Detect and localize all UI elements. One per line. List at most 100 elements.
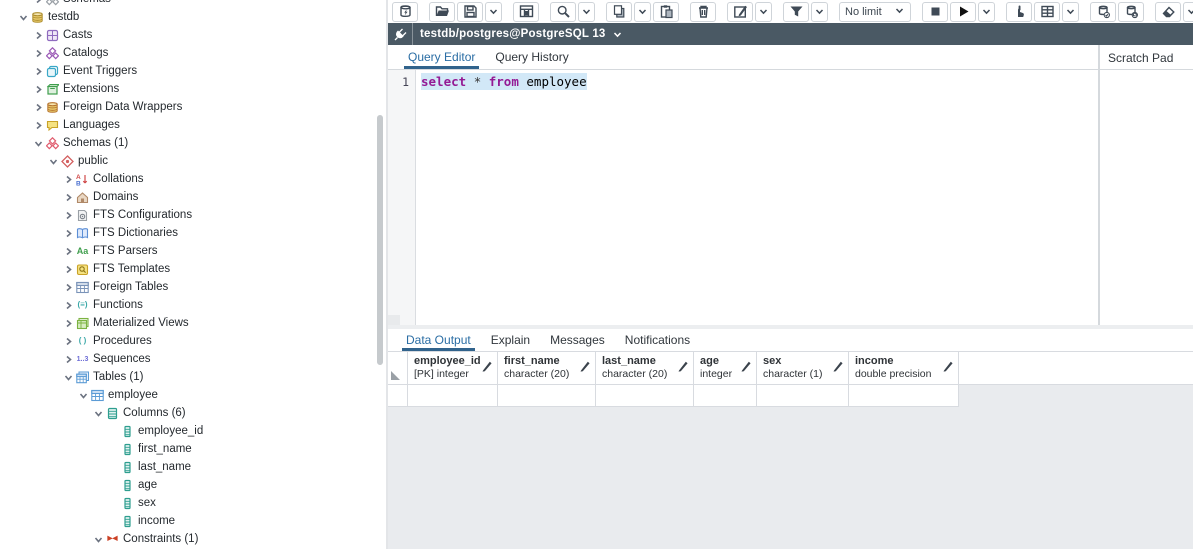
chevron-right-icon[interactable] — [61, 226, 75, 240]
scratch-pad-area[interactable] — [1100, 70, 1193, 325]
view-data-caret[interactable] — [1062, 1, 1079, 22]
column-header-first_name[interactable]: first_name character (20) — [498, 352, 596, 384]
tree-item-casts[interactable]: Casts — [0, 26, 386, 44]
edit-button[interactable] — [727, 1, 753, 22]
chevron-down-icon[interactable] — [91, 406, 105, 420]
tree-item-employee[interactable]: employee — [0, 386, 386, 404]
tree-item-languages[interactable]: Languages — [0, 116, 386, 134]
tree-item-constraints-1[interactable]: ▶◀ Constraints (1) — [0, 530, 386, 548]
tree-item-foreign-tables[interactable]: Foreign Tables — [0, 278, 386, 296]
clear-button[interactable] — [1155, 1, 1181, 22]
tree-item-employee-id[interactable]: employee_id — [0, 422, 386, 440]
chevron-right-icon[interactable] — [31, 0, 45, 6]
chevron-right-icon[interactable] — [31, 118, 45, 132]
tree-item-fts-dictionaries[interactable]: FTS Dictionaries — [0, 224, 386, 242]
delete-button[interactable] — [690, 1, 716, 22]
tree-item-procedures[interactable]: ( ) Procedures — [0, 332, 386, 350]
tree-item-columns-6[interactable]: Columns (6) — [0, 404, 386, 422]
query-tool-button[interactable] — [392, 1, 418, 22]
chevron-down-icon[interactable] — [46, 154, 60, 168]
execute-options-caret[interactable] — [978, 1, 995, 22]
chevron-right-icon[interactable] — [31, 64, 45, 78]
tab-data-output[interactable]: Data Output — [396, 329, 481, 351]
column-header-income[interactable]: income double precision — [849, 352, 959, 384]
stop-button[interactable] — [922, 1, 948, 22]
tree-scrollbar[interactable] — [377, 115, 383, 365]
save-data-changes-button[interactable] — [513, 1, 539, 22]
tree-item-fts-configurations[interactable]: FTS Configurations — [0, 206, 386, 224]
open-file-button[interactable] — [429, 1, 455, 22]
execute-from-cursor-button[interactable] — [1006, 1, 1032, 22]
tree-item-collations[interactable]: A B Collations — [0, 170, 386, 188]
chevron-down-icon[interactable] — [76, 388, 90, 402]
connection-label[interactable]: testdb/postgres@PostgreSQL 13 — [420, 28, 606, 40]
chevron-right-icon[interactable] — [61, 280, 75, 294]
chevron-right-icon[interactable] — [61, 190, 75, 204]
edit-pencil-icon[interactable] — [481, 360, 493, 376]
column-header-sex[interactable]: sex character (1) — [757, 352, 849, 384]
rollback-button[interactable] — [1118, 1, 1144, 22]
save-file-button[interactable] — [457, 1, 483, 22]
grid-cell-age[interactable] — [694, 385, 757, 407]
column-header-age[interactable]: age integer — [694, 352, 757, 384]
tab-notifications[interactable]: Notifications — [615, 329, 700, 351]
tree-item-fts-templates[interactable]: FTS Templates — [0, 260, 386, 278]
chevron-right-icon[interactable] — [31, 82, 45, 96]
chevron-right-icon[interactable] — [61, 172, 75, 186]
column-header-employee_id[interactable]: employee_id [PK] integer — [408, 352, 498, 384]
chevron-right-icon[interactable] — [31, 100, 45, 114]
tree-item-foreign-data-wrappers[interactable]: Foreign Data Wrappers — [0, 98, 386, 116]
tree-item-schemas-1[interactable]: Schemas (1) — [0, 134, 386, 152]
tree-item-testdb[interactable]: testdb — [0, 8, 386, 26]
tree-item-domains[interactable]: Domains — [0, 188, 386, 206]
chevron-down-icon[interactable] — [16, 10, 30, 24]
sql-editor[interactable]: 1 select * from employee — [388, 70, 1098, 325]
edit-pencil-icon[interactable] — [832, 360, 844, 376]
grid-cell-sex[interactable] — [757, 385, 849, 407]
chevron-right-icon[interactable] — [31, 28, 45, 42]
grid-cell-last_name[interactable] — [596, 385, 694, 407]
tree-item-functions[interactable]: (≡) Functions — [0, 296, 386, 314]
edit-pencil-icon[interactable] — [942, 360, 954, 376]
tree-item-sequences[interactable]: 1..3 Sequences — [0, 350, 386, 368]
save-options-caret[interactable] — [485, 1, 502, 22]
execute-button[interactable] — [950, 1, 976, 22]
chevron-right-icon[interactable] — [31, 46, 45, 60]
chevron-right-icon[interactable] — [61, 316, 75, 330]
connection-caret-icon[interactable] — [612, 29, 623, 40]
chevron-right-icon[interactable] — [61, 262, 75, 276]
chevron-right-icon[interactable] — [61, 244, 75, 258]
tab-query-editor[interactable]: Query Editor — [398, 45, 485, 69]
tree-item-fts-parsers[interactable]: Aa FTS Parsers — [0, 242, 386, 260]
edit-pencil-icon[interactable] — [740, 360, 752, 376]
tree-item-tables-1[interactable]: Tables (1) — [0, 368, 386, 386]
column-header-last_name[interactable]: last_name character (20) — [596, 352, 694, 384]
row-number-cell[interactable] — [388, 385, 408, 407]
tree-item-event-triggers[interactable]: Event Triggers — [0, 62, 386, 80]
commit-button[interactable] — [1090, 1, 1116, 22]
tab-messages[interactable]: Messages — [540, 329, 615, 351]
select-all-cell[interactable] — [388, 352, 408, 384]
row-limit-select[interactable]: No limit — [839, 1, 911, 22]
chevron-right-icon[interactable] — [61, 208, 75, 222]
grid-cell-first_name[interactable] — [498, 385, 596, 407]
find-options-caret[interactable] — [578, 1, 595, 22]
chevron-down-icon[interactable] — [91, 532, 105, 546]
copy-button[interactable] — [606, 1, 632, 22]
tree-item-catalogs[interactable]: Catalogs — [0, 44, 386, 62]
tree-item-last-name[interactable]: last_name — [0, 458, 386, 476]
chevron-right-icon[interactable] — [61, 352, 75, 366]
tree-item-materialized-views[interactable]: Materialized Views — [0, 314, 386, 332]
chevron-down-icon[interactable] — [61, 370, 75, 384]
clear-options-caret[interactable] — [1183, 1, 1193, 22]
tab-query-history[interactable]: Query History — [485, 45, 578, 69]
filter-options-caret[interactable] — [811, 1, 828, 22]
view-data-button[interactable] — [1034, 1, 1060, 22]
filter-button[interactable] — [783, 1, 809, 22]
tree-item-extensions[interactable]: Extensions — [0, 80, 386, 98]
chevron-down-icon[interactable] — [31, 136, 45, 150]
paste-button[interactable] — [653, 1, 679, 22]
tree-item-public[interactable]: public — [0, 152, 386, 170]
edit-pencil-icon[interactable] — [677, 360, 689, 376]
find-button[interactable] — [550, 1, 576, 22]
